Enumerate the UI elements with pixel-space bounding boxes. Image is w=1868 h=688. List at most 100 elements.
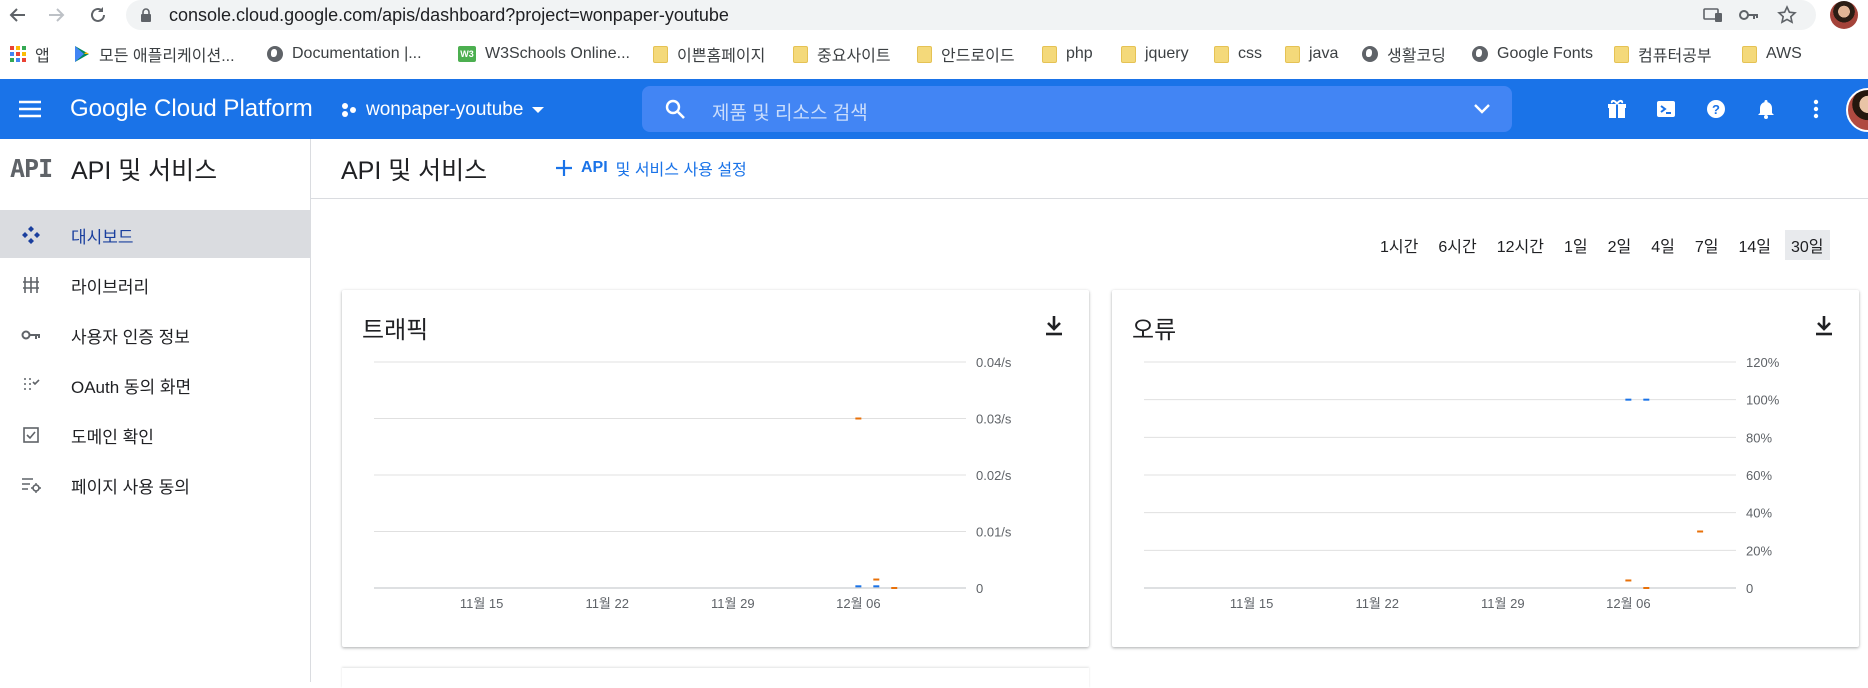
x-tick-label: 11월 29 [711, 596, 755, 611]
bookmark-folder-jquery[interactable]: jquery [1121, 43, 1189, 65]
password-key-icon[interactable] [1738, 5, 1760, 25]
api-logo-icon: API [10, 154, 53, 183]
sidebar-item-label: 라이브러리 [71, 278, 150, 297]
more-vert-icon[interactable] [1804, 97, 1828, 121]
sidebar-item-dashboard[interactable]: 대시보드 [0, 210, 310, 258]
cloud-shell-icon[interactable] [1654, 97, 1678, 121]
brand-title[interactable]: Google Cloud Platform [70, 95, 313, 123]
folder-icon [1121, 45, 1136, 63]
folder-icon [1042, 45, 1057, 63]
bookmark-life-coding[interactable]: 생활코딩 [1362, 43, 1446, 65]
globe-icon [1362, 46, 1378, 62]
bookmark-folder-java[interactable]: java [1285, 43, 1338, 65]
search-bar[interactable]: 제품 및 리소스 검색 [642, 86, 1512, 132]
sidebar-item-domain-verification[interactable]: 도메인 확인 [0, 410, 310, 458]
enable-apis-button[interactable]: API 및 서비스 사용 설정 [555, 156, 747, 180]
range-7d[interactable]: 7일 [1689, 230, 1725, 260]
range-14d[interactable]: 14일 [1732, 230, 1777, 260]
cast-icon[interactable] [1702, 5, 1724, 25]
folder-icon [1214, 45, 1229, 63]
url-text[interactable]: console.cloud.google.com/apis/dashboard?… [169, 5, 729, 26]
bookmark-apps[interactable]: 앱 [10, 43, 50, 65]
project-name: wonpaper-youtube [366, 99, 524, 120]
sidebar-item-label: 대시보드 [71, 228, 134, 247]
bookmark-w3schools[interactable]: W3 W3Schools Online... [458, 43, 630, 65]
sidebar-item-label: 도메인 확인 [71, 428, 154, 447]
y-tick-label: 0.02/s [976, 468, 1012, 483]
hamburger-menu-icon[interactable] [18, 97, 42, 121]
bookmark-folder-pretty-homepage[interactable]: 이쁜홈페이지 [653, 43, 765, 65]
bookmark-google-fonts[interactable]: Google Fonts [1472, 43, 1593, 65]
consent-icon [20, 374, 42, 396]
traffic-title: 트래픽 [362, 317, 429, 344]
caret-down-icon [532, 107, 545, 113]
bookmark-folder-important[interactable]: 중요사이트 [793, 43, 891, 65]
gcp-header: Google Cloud Platform wonpaper-youtube 제… [0, 79, 1868, 139]
folder-icon [1742, 45, 1757, 63]
sidebar-item-page-usage-agreements[interactable]: 페이지 사용 동의 [0, 460, 310, 508]
traffic-chart: 0 0.01/s 0.02/s 0.03/s 0.04/s 11월 15 11월 22 11월… [374, 355, 1012, 611]
notifications-bell-icon[interactable] [1754, 97, 1778, 121]
gift-icon[interactable] [1605, 97, 1629, 121]
enable-apis-label: 및 서비스 사용 설정 [615, 162, 747, 179]
sidebar-item-library[interactable]: 라이브러리 [0, 260, 310, 308]
reload-icon[interactable] [86, 3, 110, 27]
bookmark-folder-css[interactable]: css [1214, 43, 1262, 65]
svg-text:?: ? [1712, 102, 1720, 117]
y-tick-label: 100% [1746, 393, 1780, 408]
chevron-down-icon[interactable] [1472, 99, 1492, 124]
time-range-selector: 1시간 6시간 12시간 1일 2일 4일 7일 14일 30일 [1374, 230, 1830, 260]
sidebar-item-credentials[interactable]: 사용자 인증 정보 [0, 310, 310, 358]
globe-icon [1472, 46, 1488, 62]
download-icon[interactable] [1813, 314, 1835, 336]
download-icon[interactable] [1043, 314, 1065, 336]
bookmark-star-icon[interactable] [1776, 5, 1798, 25]
page-title: API 및 서비스 [341, 157, 488, 185]
range-4d[interactable]: 4일 [1645, 230, 1681, 260]
range-1h[interactable]: 1시간 [1374, 230, 1424, 260]
settings-list-icon [20, 474, 42, 496]
sidebar-item-label: 사용자 인증 정보 [71, 328, 190, 347]
range-12h[interactable]: 12시간 [1491, 230, 1550, 260]
range-30d[interactable]: 30일 [1784, 230, 1830, 260]
bookmark-folder-php[interactable]: php [1042, 43, 1093, 65]
sidebar-item-oauth-consent[interactable]: OAuth 동의 화면 [0, 360, 310, 408]
x-tick-label: 11월 15 [460, 596, 504, 611]
range-1d[interactable]: 1일 [1558, 230, 1594, 260]
lock-icon [140, 8, 152, 27]
bookmark-all-apps[interactable]: 모든 애플리케이션... [74, 43, 235, 65]
bookmark-documentation[interactable]: Documentation |... [267, 43, 422, 65]
range-2d[interactable]: 2일 [1602, 230, 1638, 260]
plus-icon [556, 160, 572, 176]
play-store-icon [75, 46, 89, 62]
next-card-edge [342, 668, 1089, 688]
folder-icon [653, 45, 668, 63]
y-tick-label: 80% [1746, 430, 1772, 445]
search-input[interactable]: 제품 및 리소스 검색 [712, 98, 868, 125]
x-tick-label: 11월 22 [1355, 596, 1399, 611]
forward-arrow-icon[interactable] [44, 3, 68, 27]
browser-profile-avatar[interactable] [1830, 1, 1858, 29]
library-icon [20, 274, 42, 296]
y-tick-label: 0 [1746, 581, 1753, 596]
folder-icon [1614, 45, 1629, 63]
bookmark-folder-aws[interactable]: AWS [1742, 43, 1802, 65]
bookmark-folder-android[interactable]: 안드로이드 [917, 43, 1015, 65]
search-icon [664, 98, 686, 125]
project-selector[interactable]: wonpaper-youtube [340, 98, 545, 122]
help-icon[interactable]: ? [1704, 97, 1728, 121]
account-avatar[interactable] [1846, 88, 1868, 132]
bookmarks-bar: 앱 모든 애플리케이션... Documentation |... W3 W3S… [0, 36, 1868, 72]
range-6h[interactable]: 6시간 [1432, 230, 1482, 260]
bookmark-folder-computer-study[interactable]: 컴퓨터공부 [1614, 43, 1712, 65]
y-tick-label: 120% [1746, 355, 1780, 370]
browser-toolbar: console.cloud.google.com/apis/dashboard?… [0, 0, 1868, 30]
folder-icon [1285, 45, 1300, 63]
x-tick-label: 11월 29 [1481, 596, 1525, 611]
main-header: API 및 서비스 API 및 서비스 사용 설정 [311, 139, 1868, 199]
address-bar[interactable]: console.cloud.google.com/apis/dashboard?… [126, 0, 1816, 30]
w3schools-icon: W3 [458, 46, 476, 62]
x-tick-label: 11월 22 [585, 596, 629, 611]
back-arrow-icon[interactable] [6, 3, 30, 27]
key-icon [20, 324, 42, 346]
